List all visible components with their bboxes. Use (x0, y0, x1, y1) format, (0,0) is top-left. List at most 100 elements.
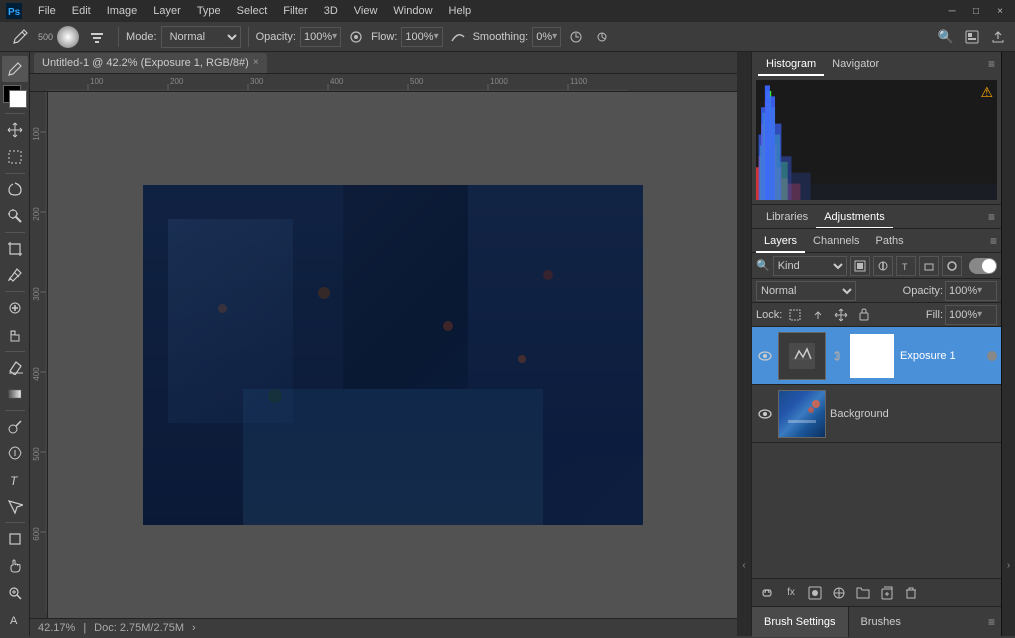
lock-transparent-btn[interactable] (785, 305, 805, 325)
smart-filter-btn[interactable] (942, 256, 962, 276)
brushes-tab[interactable]: Brushes (849, 607, 913, 637)
minimize-btn[interactable]: ─ (941, 3, 963, 19)
search-btn[interactable]: 🔍 (935, 26, 957, 48)
menu-edit[interactable]: Edit (64, 0, 99, 22)
clone-stamp-tool[interactable] (2, 322, 28, 348)
eyedropper-tool[interactable] (2, 263, 28, 289)
paths-tab[interactable]: Paths (868, 229, 912, 253)
brush-tab-menu[interactable]: ≡ (988, 615, 1001, 629)
gradient-tool[interactable] (2, 381, 28, 407)
menu-window[interactable]: Window (385, 0, 440, 22)
menu-layer[interactable]: Layer (145, 0, 189, 22)
navigator-tab[interactable]: Navigator (824, 52, 887, 76)
smoothing-settings-btn[interactable] (565, 26, 587, 48)
dodge-tool[interactable] (2, 414, 28, 440)
mode-select[interactable]: Normal (161, 26, 241, 48)
new-group-btn[interactable] (852, 582, 874, 604)
adjustments-tab[interactable]: Adjustments (816, 205, 893, 229)
brush-picker-btn[interactable] (57, 26, 79, 48)
panel-collapse-left[interactable]: ‹ (737, 52, 751, 636)
share-btn[interactable] (987, 26, 1009, 48)
lock-pixels-btn[interactable] (808, 305, 828, 325)
smoothing-input-group[interactable]: 0% ▾ (532, 27, 561, 47)
smoothing-chevron[interactable]: ▾ (552, 31, 557, 42)
shape-tool[interactable] (2, 526, 28, 552)
histogram-tab[interactable]: Histogram (758, 52, 824, 76)
new-adjustment-btn[interactable] (828, 582, 850, 604)
filter-toggle[interactable] (969, 258, 997, 274)
histogram-menu[interactable]: ≡ (988, 57, 995, 71)
opacity-chevron-layers[interactable]: ▾ (977, 285, 982, 296)
magic-wand-tool[interactable] (2, 203, 28, 229)
canvas-image[interactable] (143, 185, 643, 525)
kind-filter-select[interactable]: Kind (773, 256, 847, 276)
delete-layer-btn[interactable] (900, 582, 922, 604)
libraries-tab[interactable]: Libraries (758, 205, 816, 229)
channels-tab[interactable]: Channels (805, 229, 867, 253)
move-tool[interactable] (2, 117, 28, 143)
pixel-filter-btn[interactable] (850, 256, 870, 276)
flow-input-group[interactable]: 100% ▾ (401, 27, 442, 47)
type-filter-btn[interactable]: T (896, 256, 916, 276)
lock-artboard-btn[interactable] (854, 305, 874, 325)
brush-settings-tab[interactable]: Brush Settings (752, 607, 849, 637)
layers-menu[interactable]: ≡ (990, 234, 997, 248)
menu-file[interactable]: File (30, 0, 64, 22)
flow-chevron[interactable]: ▾ (434, 31, 439, 42)
opacity-input-group[interactable]: 100% ▾ (300, 27, 341, 47)
opacity-chevron[interactable]: ▾ (332, 31, 337, 42)
path-select-tool[interactable] (2, 494, 28, 520)
brush-tool-btn[interactable] (2, 56, 28, 82)
marquee-tool[interactable] (2, 144, 28, 170)
menu-help[interactable]: Help (441, 0, 480, 22)
panel-collapse-right[interactable]: › (1001, 52, 1015, 636)
link-layers-btn[interactable] (756, 582, 778, 604)
adjustments-menu[interactable]: ≡ (988, 210, 995, 224)
foreground-color[interactable] (3, 85, 27, 109)
layer-link-exposure1[interactable] (830, 332, 844, 380)
add-mask-btn[interactable] (804, 582, 826, 604)
new-layer-btn[interactable] (876, 582, 898, 604)
shape-filter-btn[interactable] (919, 256, 939, 276)
brush-settings-toggle[interactable] (83, 26, 111, 48)
blend-mode-select[interactable]: Normal (756, 281, 856, 301)
crop-tool[interactable] (2, 236, 28, 262)
menu-select[interactable]: Select (229, 0, 276, 22)
status-arrow[interactable]: › (192, 622, 196, 634)
opacity-input-layers[interactable]: 100% ▾ (945, 281, 997, 301)
document-tab[interactable]: Untitled-1 @ 42.2% (Exposure 1, RGB/8#) … (34, 53, 267, 73)
menu-filter[interactable]: Filter (275, 0, 315, 22)
eye-icon-exposure1[interactable] (756, 347, 774, 365)
fill-input[interactable]: 100% ▾ (945, 305, 997, 325)
menu-image[interactable]: Image (99, 0, 146, 22)
eye-icon-background[interactable] (756, 405, 774, 423)
type-tool[interactable]: T (2, 467, 28, 493)
menu-type[interactable]: Type (189, 0, 229, 22)
layer-item-exposure1[interactable]: Exposure 1 (752, 327, 1001, 385)
menu-view[interactable]: View (346, 0, 386, 22)
collapse-arrow-right[interactable]: › (1007, 560, 1010, 571)
healing-tool[interactable] (2, 295, 28, 321)
hand-tool[interactable] (2, 553, 28, 579)
collapse-arrow-left[interactable]: ‹ (742, 560, 745, 571)
canvas-container[interactable] (48, 92, 737, 618)
smoothing-angle-btn[interactable] (591, 26, 613, 48)
brush-tool-icon[interactable] (6, 26, 34, 48)
workspace-btn[interactable] (961, 26, 983, 48)
adj-filter-btn[interactable] (873, 256, 893, 276)
menu-3d[interactable]: 3D (316, 0, 346, 22)
add-fx-btn[interactable]: fx (780, 582, 802, 604)
pen-tool[interactable] (2, 440, 28, 466)
smoothing-icon[interactable] (447, 26, 469, 48)
char-type-tool[interactable]: A (2, 606, 28, 632)
maximize-btn[interactable]: □ (965, 3, 987, 19)
layers-tab[interactable]: Layers (756, 229, 805, 253)
fill-chevron[interactable]: ▾ (977, 309, 982, 320)
tab-close-btn[interactable]: × (253, 57, 259, 68)
eraser-tool[interactable] (2, 355, 28, 381)
lasso-tool[interactable] (2, 177, 28, 203)
layer-item-background[interactable]: Background (752, 385, 1001, 443)
lock-position-btn[interactable] (831, 305, 851, 325)
airbrush-toggle[interactable] (345, 26, 367, 48)
zoom-tool[interactable] (2, 580, 28, 606)
